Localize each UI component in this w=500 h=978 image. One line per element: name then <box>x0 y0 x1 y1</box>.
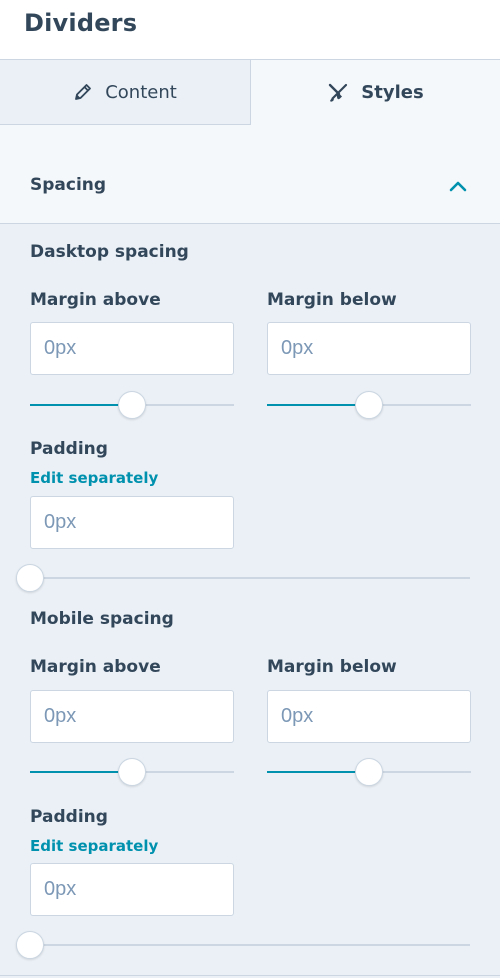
slider-handle[interactable] <box>355 758 383 786</box>
section-title: Spacing <box>30 175 107 195</box>
slider-handle[interactable] <box>355 391 383 419</box>
slider-handle[interactable] <box>118 391 146 419</box>
desktop-spacing-title: Dasktop spacing <box>30 242 189 262</box>
mobile-margin-below-label: Margin below <box>267 657 397 677</box>
desktop-margin-below-label: Margin below <box>267 290 397 310</box>
slider-fill <box>30 404 132 406</box>
mobile-margin-below-slider[interactable] <box>267 757 471 787</box>
tab-styles-label: Styles <box>361 82 424 103</box>
tab-bar: Content Styles <box>0 60 500 125</box>
desktop-padding-slider[interactable] <box>16 563 470 593</box>
tab-styles[interactable]: Styles <box>251 60 500 125</box>
slider-fill <box>267 771 369 773</box>
panel-title: Dividers <box>24 9 138 37</box>
desktop-margin-above-slider[interactable] <box>30 390 234 420</box>
slider-fill <box>30 771 132 773</box>
desktop-padding-edit-separately-link[interactable]: Edit separately <box>30 469 158 487</box>
desktop-margin-below-input[interactable] <box>267 322 471 375</box>
slider-handle[interactable] <box>118 758 146 786</box>
spacing-section-header[interactable]: Spacing <box>0 125 500 224</box>
mobile-padding-slider[interactable] <box>16 930 470 960</box>
mobile-padding-label: Padding <box>30 807 108 827</box>
mobile-margin-above-label: Margin above <box>30 657 161 677</box>
tab-content[interactable]: Content <box>0 60 251 125</box>
brush-icon <box>329 83 348 102</box>
slider-track <box>30 944 470 946</box>
slider-handle[interactable] <box>16 931 44 959</box>
slider-handle[interactable] <box>16 564 44 592</box>
desktop-padding-input[interactable] <box>30 496 234 549</box>
slider-track <box>30 577 470 579</box>
mobile-margin-above-input[interactable] <box>30 690 234 743</box>
pencil-icon <box>75 84 92 100</box>
divider <box>0 975 500 976</box>
desktop-margin-above-label: Margin above <box>30 290 161 310</box>
tab-content-label: Content <box>105 81 177 103</box>
panel-header: Dividers <box>0 0 500 60</box>
desktop-padding-label: Padding <box>30 439 108 459</box>
mobile-spacing-title: Mobile spacing <box>30 609 174 629</box>
mobile-padding-input[interactable] <box>30 863 234 916</box>
mobile-margin-above-slider[interactable] <box>30 757 234 787</box>
mobile-margin-below-input[interactable] <box>267 690 471 743</box>
desktop-margin-below-slider[interactable] <box>267 390 471 420</box>
desktop-margin-above-input[interactable] <box>30 322 234 375</box>
mobile-padding-edit-separately-link[interactable]: Edit separately <box>30 837 158 855</box>
slider-fill <box>267 404 369 406</box>
chevron-up-icon[interactable] <box>448 179 468 193</box>
